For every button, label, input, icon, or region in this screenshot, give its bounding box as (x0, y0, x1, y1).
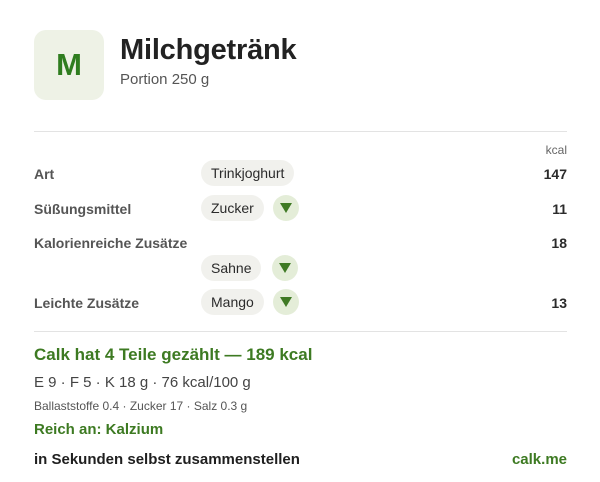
row-label-suessungsmittel: Süßungsmittel (34, 201, 132, 217)
triangle-down-icon (280, 203, 292, 213)
kcal-art: 147 (543, 166, 567, 182)
chip-leichte-zusaetze[interactable]: Mango (201, 289, 264, 315)
kcal-column-header: kcal (545, 143, 567, 157)
dropdown-suessungsmittel[interactable] (273, 195, 299, 221)
page-title: Milchgetränk (120, 34, 297, 66)
row-label-leichte-zusaetze: Leichte Zusätze (34, 295, 140, 311)
cta-text: in Sekunden selbst zusammenstellen (34, 451, 300, 468)
triangle-down-icon (279, 263, 291, 273)
macros-line: E 9 · F 5 · K 18 g · 76 kcal/100 g (34, 374, 251, 391)
app-logo: M (34, 30, 104, 100)
dropdown-kalorienreiche-zusaetze[interactable] (272, 255, 298, 281)
row-label-kalorienreiche-zusaetze: Kalorienreiche Zusätze (34, 235, 188, 251)
summary-total: Calk hat 4 Teile gezählt — 189 kcal (34, 345, 313, 364)
logo-letter: M (56, 47, 82, 82)
summary-divider (34, 331, 567, 332)
chip-suessungsmittel[interactable]: Zucker (201, 195, 264, 221)
row-label-art: Art (34, 166, 55, 182)
header-divider (34, 131, 567, 132)
calk-link[interactable]: calk.me (512, 451, 567, 468)
dropdown-leichte-zusaetze[interactable] (273, 289, 299, 315)
kcal-leichte-zusaetze: 13 (551, 295, 567, 311)
micros-line: Ballaststoffe 0.4 · Zucker 17 · Salz 0.3… (34, 399, 248, 413)
rich-in-line: Reich an: Kalzium (34, 421, 164, 438)
kcal-suessungsmittel: 11 (552, 201, 567, 217)
triangle-down-icon (280, 297, 292, 307)
chip-art[interactable]: Trinkjoghurt (201, 160, 295, 186)
kcal-kalorienreiche-zusaetze: 18 (551, 235, 567, 251)
chip-kalorienreiche-zusaetze[interactable]: Sahne (201, 255, 262, 281)
portion-subtitle: Portion 250 g (120, 71, 210, 88)
